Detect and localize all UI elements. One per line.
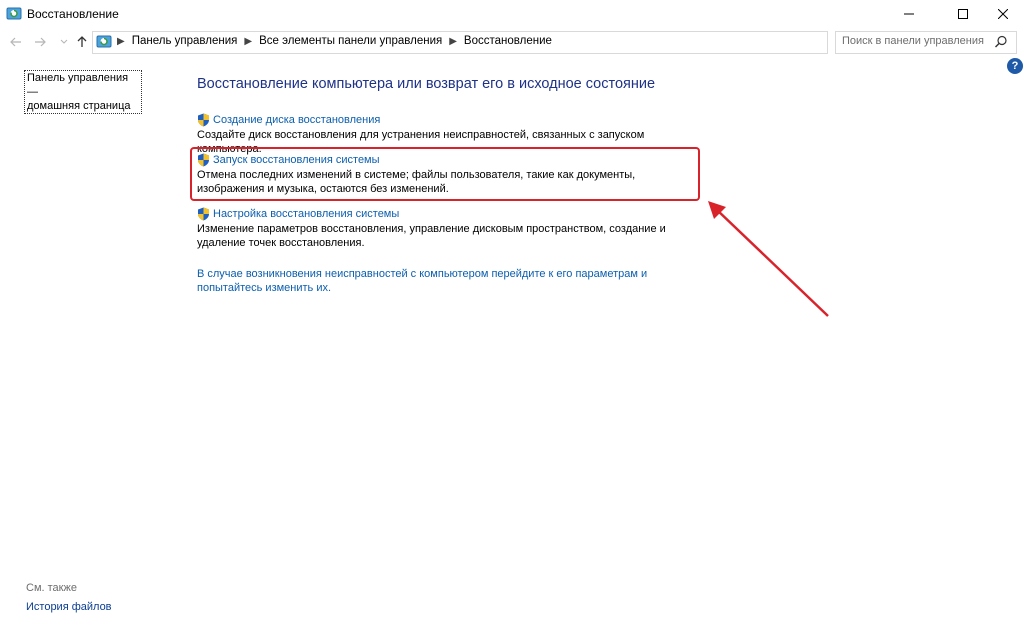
minimize-button[interactable] (886, 0, 932, 28)
navigation-bar: ▶ Панель управления ▶ Все элементы панел… (0, 30, 1024, 54)
breadcrumb-separator-icon: ▶ (117, 35, 125, 47)
arrow-up-icon (77, 36, 87, 47)
close-button[interactable] (980, 0, 1024, 28)
search-box[interactable] (835, 31, 1017, 54)
file-history-link[interactable]: История файлов (26, 601, 112, 613)
help-icon[interactable]: ? (1007, 58, 1023, 74)
configure-system-restore-link[interactable]: Настройка восстановления системы (197, 207, 702, 221)
see-also-heading: См. также (26, 582, 77, 594)
back-button[interactable] (8, 34, 24, 50)
home-link-line1: Панель управления — (27, 72, 129, 98)
configure-system-restore-description: Изменение параметров восстановления, упр… (197, 223, 666, 249)
configure-restore-item: Настройка восстановления системы Изменен… (197, 207, 702, 250)
page-title: Восстановление компьютера или возврат ег… (197, 76, 656, 92)
breadcrumb: ▶ Панель управления ▶ Все элементы панел… (117, 35, 552, 47)
highlight-annotation (190, 147, 700, 201)
troubleshoot-settings-link[interactable]: В случае возникновения неисправностей с … (197, 267, 707, 295)
title-bar: Восстановление (0, 0, 1024, 28)
annotation-arrow-icon (708, 201, 829, 317)
search-icon[interactable] (994, 35, 1008, 49)
address-bar[interactable]: ▶ Панель управления ▶ Все элементы панел… (92, 31, 916, 54)
uac-shield-icon (198, 113, 209, 127)
maximize-icon (958, 9, 968, 19)
minimize-icon (904, 13, 914, 15)
close-icon (998, 9, 1008, 19)
control-panel-icon (96, 35, 112, 48)
forward-button[interactable] (32, 34, 48, 50)
create-recovery-drive-link[interactable]: Создание диска восстановления (197, 113, 702, 127)
breadcrumb-all-items[interactable]: Все элементы панели управления (259, 35, 442, 47)
breadcrumb-separator-icon[interactable]: ▶ (449, 36, 457, 47)
chevron-down-icon (60, 39, 68, 44)
search-input[interactable] (842, 35, 992, 47)
control-panel-home-link[interactable]: Панель управления — домашняя страница (24, 70, 142, 114)
up-button[interactable] (74, 34, 90, 50)
breadcrumb-separator-icon[interactable]: ▶ (244, 36, 252, 47)
home-link-line2: домашняя страница (27, 100, 131, 112)
window-title: Восстановление (27, 7, 119, 21)
breadcrumb-recovery[interactable]: Восстановление (464, 35, 552, 47)
breadcrumb-control-panel[interactable]: Панель управления (132, 35, 238, 47)
uac-shield-icon (198, 207, 209, 221)
configure-system-restore-label[interactable]: Настройка восстановления системы (213, 208, 399, 220)
recovery-icon (6, 7, 22, 20)
arrow-right-icon (35, 37, 46, 47)
recent-locations-button[interactable] (56, 34, 72, 50)
create-recovery-drive-label[interactable]: Создание диска восстановления (213, 114, 380, 126)
arrow-left-icon (10, 37, 21, 47)
